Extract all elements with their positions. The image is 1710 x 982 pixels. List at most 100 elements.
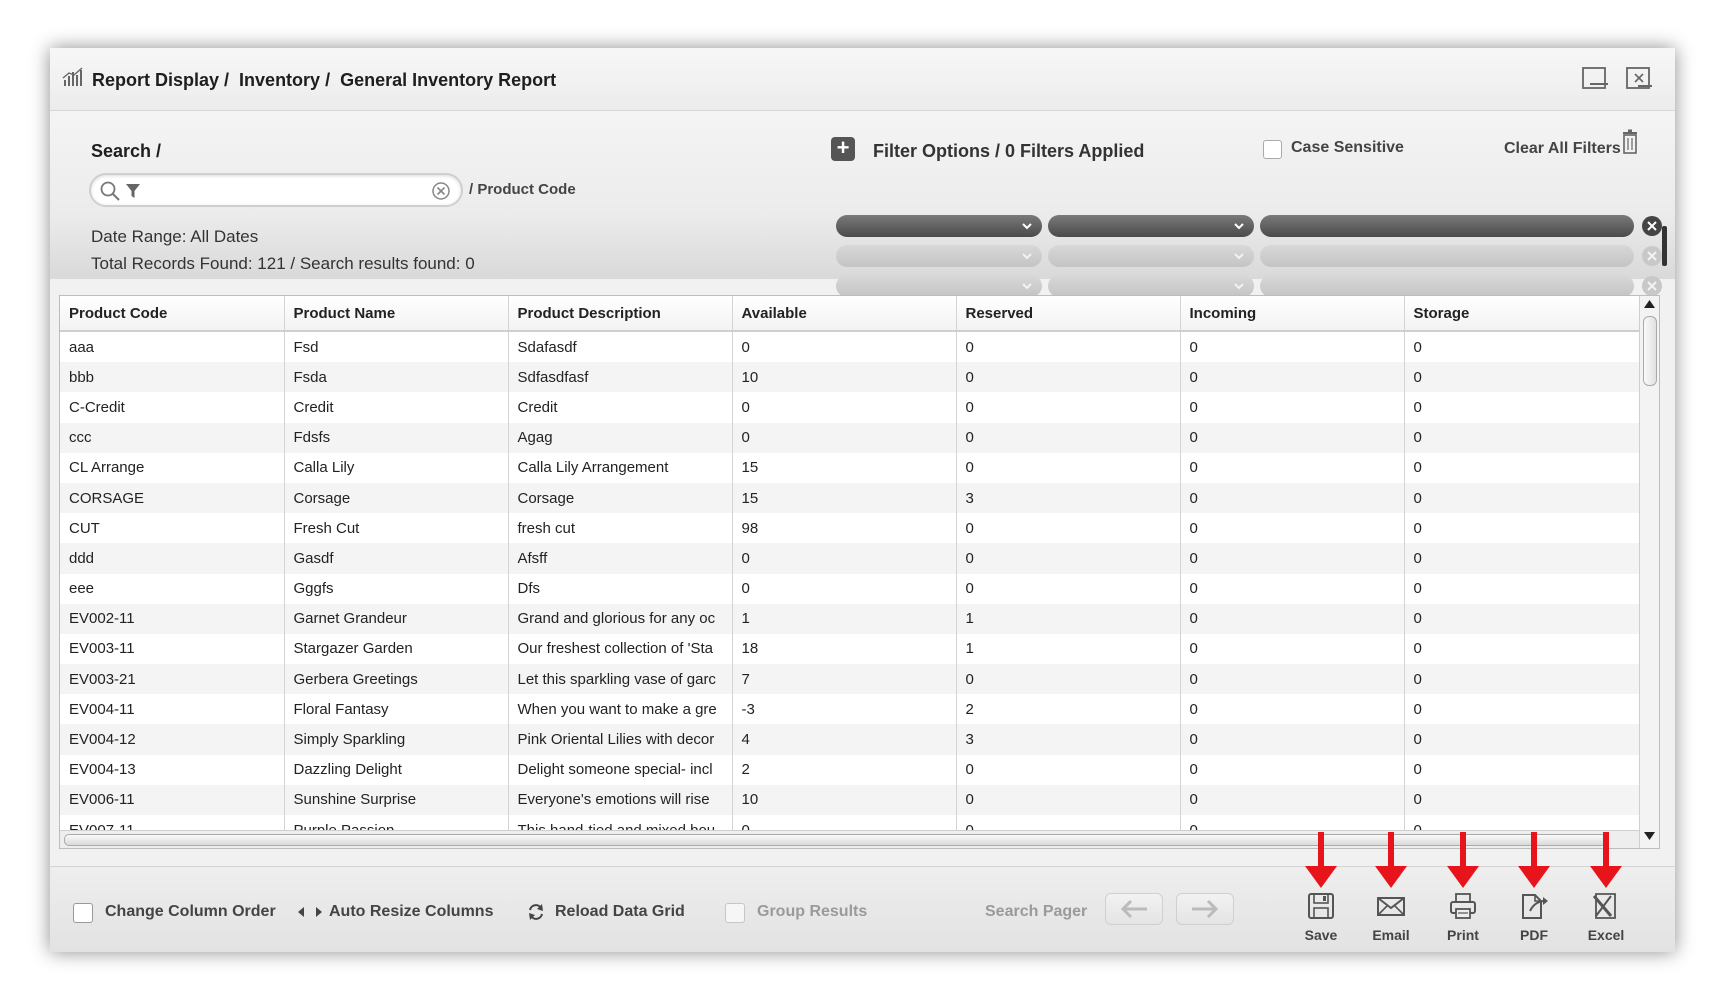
close-window-icon[interactable]	[1624, 64, 1654, 92]
filter-scrollbar[interactable]	[1662, 226, 1667, 266]
breadcrumb-report-display[interactable]: Report Display /	[92, 70, 229, 90]
pdf-button[interactable]: PDF	[1506, 891, 1562, 943]
change-column-order-checkbox[interactable]	[73, 903, 93, 923]
table-row[interactable]: aaa Fsd Sdafasdf 0 0 0 0	[60, 331, 1641, 363]
reload-data-grid-button[interactable]: Reload Data Grid	[555, 903, 685, 921]
group-results-checkbox[interactable]	[725, 903, 745, 923]
cell-storage: 0	[1404, 452, 1641, 483]
cell-reserved: 0	[956, 422, 1181, 453]
table-header-row: Product Code Product Name Product Descri…	[60, 296, 1641, 332]
filter-operator-select[interactable]	[1048, 245, 1254, 267]
scroll-down-arrow-icon[interactable]	[1643, 830, 1656, 842]
cell-product-code: EV002-11	[60, 603, 285, 634]
cell-available: 4	[732, 724, 957, 755]
filter-value-input[interactable]	[1260, 215, 1634, 237]
cell-product-code: aaa	[60, 331, 285, 363]
table-row[interactable]: eee Gggfs Dfs 0 0 0 0	[60, 573, 1641, 604]
cell-product-code: EV004-13	[60, 754, 285, 785]
pager-previous-button[interactable]	[1105, 893, 1163, 925]
table-row[interactable]: EV004-13 Dazzling Delight Delight someone …	[60, 754, 1641, 785]
excel-button[interactable]: Excel	[1578, 891, 1634, 943]
inventory-data-grid: Product Code Product Name Product Descri…	[59, 295, 1660, 849]
cell-product-name: Dazzling Delight	[284, 754, 509, 785]
table-row[interactable]: EV003-21 Gerbera Greetings Let this sparkl…	[60, 664, 1641, 695]
cell-available: 0	[732, 422, 957, 453]
cell-reserved: 2	[956, 694, 1181, 725]
cell-storage: 0	[1404, 392, 1641, 423]
table-row[interactable]: EV003-11 Stargazer Garden Our freshest col…	[60, 633, 1641, 665]
table-row[interactable]: CORSAGE Corsage Corsage 15 3 0 0	[60, 482, 1641, 514]
search-filter-panel: Search / / Product Code Date Range: All …	[50, 111, 1675, 297]
filter-value-input[interactable]	[1260, 245, 1634, 267]
breadcrumb-inventory[interactable]: Inventory /	[239, 70, 330, 90]
filter-operator-select[interactable]	[1048, 275, 1254, 297]
cell-available: 0	[732, 392, 957, 423]
funnel-filter-icon[interactable]	[125, 182, 141, 200]
search-scope-label[interactable]: / Product Code	[469, 181, 576, 198]
cell-available: 0	[732, 331, 957, 363]
reload-icon	[529, 904, 543, 920]
cell-product-name: Fsd	[284, 331, 509, 363]
table-row[interactable]: CL Arrange Calla Lily Calla Lily Arrangeme…	[60, 452, 1641, 483]
cell-reserved: 0	[956, 664, 1181, 695]
column-header-available[interactable]: Available	[732, 296, 957, 332]
remove-filter-icon[interactable]	[1641, 245, 1663, 267]
search-box[interactable]	[89, 173, 463, 207]
table-row[interactable]: EV004-11 Floral Fantasy When you want to m…	[60, 694, 1641, 725]
table-row[interactable]: EV006-11 Sunshine Surprise Everyone's emot…	[60, 784, 1641, 815]
filter-row	[836, 275, 1663, 297]
table-row[interactable]: ddd Gasdf Afsff 0 0 0 0	[60, 543, 1641, 574]
pager-next-button[interactable]	[1176, 893, 1234, 925]
table-row[interactable]: EV002-11 Garnet Grandeur Grand and gloriou…	[60, 603, 1641, 634]
minimize-window-icon[interactable]	[1580, 64, 1610, 92]
cell-product-description: Delight someone special- incl	[508, 754, 733, 785]
cell-reserved: 0	[956, 543, 1181, 574]
search-icon	[100, 181, 120, 201]
cell-storage: 0	[1404, 573, 1641, 604]
filter-field-select[interactable]	[836, 245, 1042, 267]
scroll-up-arrow-icon[interactable]	[1643, 298, 1656, 310]
annotation-arrow-icon	[1447, 832, 1479, 888]
add-filter-button[interactable]: +	[831, 137, 855, 161]
cell-incoming: 0	[1180, 331, 1405, 363]
chevron-down-icon	[1234, 283, 1244, 290]
filter-field-select[interactable]	[836, 215, 1042, 237]
report-chart-icon	[62, 67, 83, 86]
column-header-product-name[interactable]: Product Name	[284, 296, 509, 332]
email-button[interactable]: Email	[1363, 891, 1419, 943]
print-button[interactable]: Print	[1435, 891, 1491, 943]
cell-product-description: Sdafasdf	[508, 331, 733, 363]
cell-available: 2	[732, 754, 957, 785]
filter-operator-select[interactable]	[1048, 215, 1254, 237]
change-column-order-label[interactable]: Change Column Order	[105, 903, 276, 921]
trash-icon[interactable]	[1620, 129, 1640, 155]
auto-resize-columns-button[interactable]: Auto Resize Columns	[329, 903, 493, 921]
save-button[interactable]: Save	[1293, 891, 1349, 943]
remove-filter-icon[interactable]	[1641, 215, 1663, 237]
column-header-incoming[interactable]: Incoming	[1180, 296, 1405, 332]
filter-value-input[interactable]	[1260, 275, 1634, 297]
column-header-product-description[interactable]: Product Description	[508, 296, 733, 332]
clear-all-filters-link[interactable]: Clear All Filters	[1504, 140, 1621, 158]
table-row[interactable]: C-Credit Credit Credit 0 0 0 0	[60, 392, 1641, 423]
filter-options-title: Filter Options / 0 Filters Applied	[873, 141, 1145, 161]
cell-incoming: 0	[1180, 664, 1405, 695]
clear-search-icon[interactable]	[431, 181, 451, 201]
table-row[interactable]: CUT Fresh Cut fresh cut 98 0 0 0	[60, 513, 1641, 544]
remove-filter-icon[interactable]	[1641, 275, 1663, 297]
column-header-product-code[interactable]: Product Code	[60, 296, 285, 332]
table-row[interactable]: bbb Fsda Sdfasdfasf 10 0 0 0	[60, 362, 1641, 393]
cell-product-name: Simply Sparkling	[284, 724, 509, 755]
search-input[interactable]	[143, 178, 407, 202]
column-header-storage[interactable]: Storage	[1404, 296, 1641, 332]
cell-storage: 0	[1404, 754, 1641, 785]
case-sensitive-checkbox[interactable]	[1263, 140, 1282, 159]
cell-product-code: EV003-11	[60, 633, 285, 665]
vertical-scroll-thumb[interactable]	[1643, 316, 1657, 386]
column-header-reserved[interactable]: Reserved	[956, 296, 1181, 332]
cell-available: 7	[732, 664, 957, 695]
vertical-scrollbar[interactable]	[1639, 296, 1659, 848]
filter-field-select[interactable]	[836, 275, 1042, 297]
table-row[interactable]: EV004-12 Simply Sparkling Pink Oriental Li…	[60, 724, 1641, 755]
table-row[interactable]: ccc Fdsfs Agag 0 0 0 0	[60, 422, 1641, 453]
